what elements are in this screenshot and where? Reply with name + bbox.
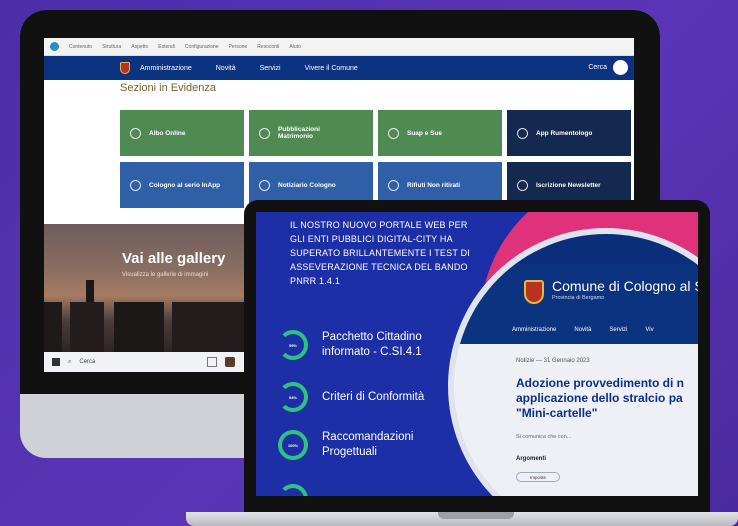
criterion-label: Pacchetto Cittadino informato - C.SI.4.1 [322, 331, 422, 358]
article-description: Si comunica che con... [516, 434, 572, 440]
admin-item[interactable]: Persone [229, 44, 248, 50]
app-icon [517, 127, 528, 139]
criterion-item: 94% Criteri di Conformità [278, 382, 424, 412]
nav-item-novita[interactable]: Novità [574, 327, 591, 333]
admin-item[interactable]: Struttura [102, 44, 121, 50]
nav-item-amministrazione[interactable]: Amministrazione [140, 65, 192, 72]
criterion-item-partial [278, 484, 308, 496]
site-top-bar [454, 234, 698, 264]
laptop-notch [438, 512, 514, 519]
search-control[interactable]: Cerca [588, 60, 628, 75]
crest-icon[interactable] [524, 280, 544, 304]
tile-label: Cologno al serio InApp [149, 181, 221, 189]
tile-cologno-inapp[interactable]: Cologno al serio InApp [120, 162, 244, 208]
city-silhouette [44, 302, 254, 354]
nav-item-vivere[interactable]: Vivere il Comune [305, 65, 358, 72]
cms-logo-icon[interactable] [50, 42, 59, 51]
site-nav: Amministrazione Novità Servizi Viv [512, 327, 654, 333]
gallery-banner-image[interactable] [44, 224, 254, 354]
tile-app-rumentologo[interactable]: App Rumentologo [507, 110, 631, 156]
plus-icon [130, 179, 141, 191]
criterion-label: Criteri di Conformità [322, 390, 425, 403]
main-navigation: Amministrazione Novità Servizi Vivere il… [44, 56, 634, 80]
gallery-title[interactable]: Vai alle gallery [122, 250, 225, 267]
section-title: Sezioni in Evidenza [120, 82, 217, 94]
admin-item[interactable]: Estendi [158, 44, 175, 50]
criterion-item: 99% Pacchetto Cittadino informato - C.SI… [278, 330, 462, 360]
headline-line: applicazione dello stralcio pa [516, 391, 683, 405]
windows-start-icon[interactable] [52, 358, 60, 366]
tile-label: Pubblicazioni Matrimonio [278, 126, 320, 140]
criterion-label: Raccomandazioni Progettuali [322, 431, 414, 458]
admin-item[interactable]: Configurazione [185, 44, 219, 50]
progress-ring-icon [278, 484, 308, 496]
admin-item[interactable]: Contenuto [69, 44, 92, 50]
tile-label: App Rumentologo [536, 129, 593, 137]
progress-ring-icon: 94% [278, 382, 308, 412]
gallery-subtitle: Visualizza le gallerie di immagini [122, 272, 209, 278]
progress-ring-icon: 100% [278, 430, 308, 460]
admin-item[interactable]: Resoconti [257, 44, 279, 50]
tile-label: Suap e Sue [407, 129, 443, 137]
nav-item-servizi[interactable]: Servizi [260, 65, 281, 72]
site-navbar [454, 322, 698, 344]
search-label: Cerca [588, 64, 607, 71]
headline-line: Adozione provvedimento di n [516, 376, 685, 390]
layers-icon [517, 179, 528, 191]
tag-chip[interactable]: Imposte [516, 472, 560, 482]
nav-item-servizi[interactable]: Servizi [609, 327, 627, 333]
article-meta: Notizie — 31 Gennaio 2023 [516, 358, 590, 364]
taskbar-search-icon[interactable]: ⌕ [68, 359, 71, 366]
article-headline[interactable]: Adozione provvedimento di n applicazione… [516, 376, 698, 421]
task-view-icon[interactable] [207, 357, 218, 367]
nav-item-amministrazione[interactable]: Amministrazione [512, 327, 556, 333]
site-subtitle: Provincia di Bergamo [552, 295, 605, 301]
tile-label: Iscrizione Newsletter [536, 181, 601, 189]
tile-label: Rifiuti Non ritirati [407, 181, 461, 189]
tile-albo-online[interactable]: Albo Online [120, 110, 244, 156]
progress-ring-icon: 99% [278, 330, 308, 360]
site-preview-magnifier: Comune di Cologno al S Provincia di Berg… [448, 228, 698, 496]
headline-line: "Mini-cartelle" [516, 406, 598, 420]
tile-pubblicazioni-matrimonio[interactable]: Pubblicazioni Matrimonio [249, 110, 373, 156]
nav-item-vivere[interactable]: Viv [645, 327, 653, 333]
newspaper-icon [259, 179, 270, 191]
tile-label: Notiziario Cologno [278, 181, 336, 189]
admin-item[interactable]: Aspetto [131, 44, 148, 50]
arguments-label: Argomenti [516, 456, 546, 462]
refresh-icon [388, 179, 399, 191]
tile-label: Albo Online [149, 129, 186, 137]
tile-suap-sue[interactable]: Suap e Sue [378, 110, 502, 156]
search-icon[interactable] [613, 60, 628, 75]
intro-text: IL NOSTRO NUOVO PORTALE WEB PER GLI ENTI… [290, 220, 470, 286]
layers-icon [388, 127, 399, 139]
laptop-screen: IL NOSTRO NUOVO PORTALE WEB PER GLI ENTI… [256, 212, 698, 496]
site-title[interactable]: Comune di Cologno al S [552, 278, 698, 294]
nav-item-novita[interactable]: Novità [216, 65, 236, 72]
taskbar-search-input[interactable]: Cerca [79, 359, 199, 365]
taskbar-app-icon[interactable] [225, 357, 236, 367]
site-header [454, 264, 698, 324]
criterion-item: 100% Raccomandazioni Progettuali [278, 430, 432, 460]
admin-toolbar: Contenuto Struttura Aspetto Estendi Conf… [44, 38, 634, 56]
gear-icon [130, 127, 141, 139]
admin-item[interactable]: Aiuto [289, 44, 300, 50]
crest-icon[interactable] [120, 62, 130, 74]
person-icon [259, 127, 270, 139]
